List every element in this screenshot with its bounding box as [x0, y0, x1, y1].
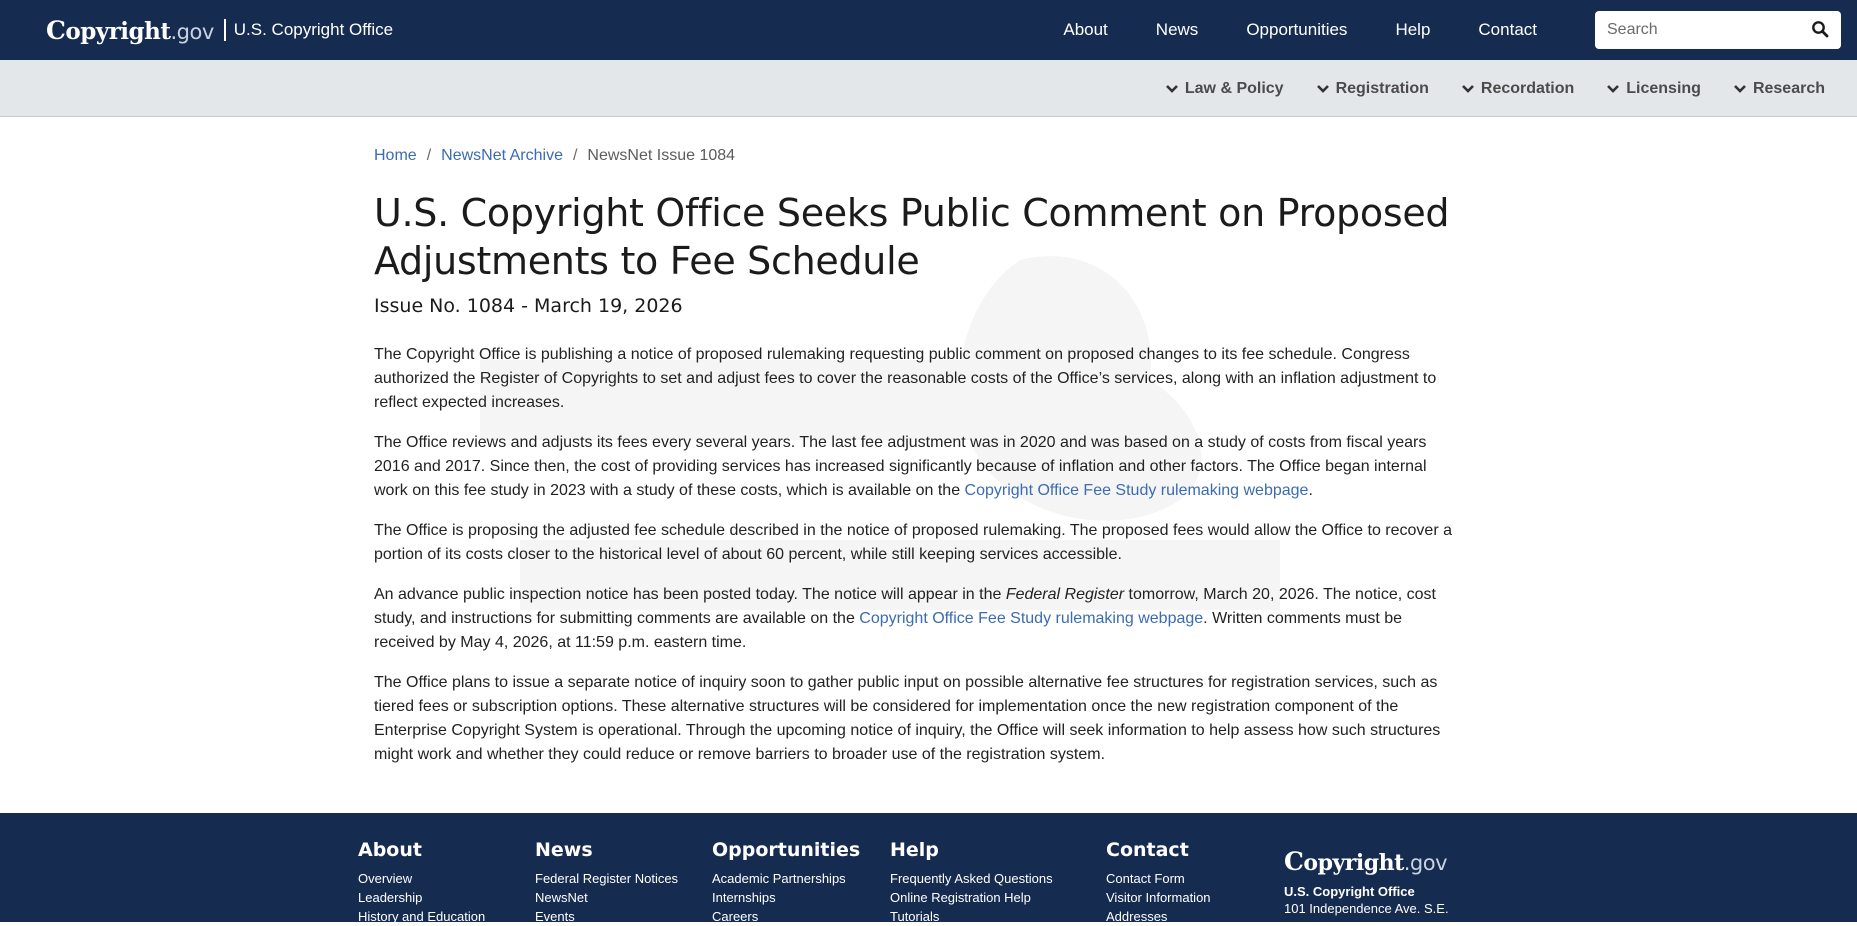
footer-link[interactable]: Internships: [712, 888, 860, 907]
primary-nav: About News Opportunities Help Contact: [1015, 0, 1537, 60]
footer-link[interactable]: Visitor Information: [1106, 888, 1211, 907]
footer-link[interactable]: Addresses: [1106, 907, 1211, 926]
chevron-down-icon: [1316, 84, 1329, 93]
footer-link[interactable]: Academic Partnerships: [712, 869, 860, 888]
nav-opportunities[interactable]: Opportunities: [1246, 20, 1347, 40]
site-footer: About Overview Leadership History and Ed…: [0, 813, 1857, 924]
footer-brand: Copyright .gov U.S. Copyright Office 101 …: [1284, 847, 1449, 918]
article-body: The Copyright Office is publishing a not…: [374, 343, 1460, 767]
search-icon[interactable]: [1811, 20, 1831, 40]
chevron-down-icon: [1734, 84, 1746, 93]
footer-link[interactable]: Leadership: [358, 888, 485, 907]
secondary-navigation-bar: Law & Policy Registration Recordation Li…: [0, 60, 1857, 117]
logo-gov: .gov: [1403, 851, 1448, 875]
subnav-label: Research: [1752, 79, 1825, 97]
footer-link[interactable]: NewsNet: [535, 888, 678, 907]
footer-heading[interactable]: Help: [890, 839, 1053, 861]
subnav-label: Licensing: [1626, 79, 1701, 97]
fee-study-link[interactable]: Copyright Office Fee Study rulemaking we…: [859, 610, 1203, 627]
footer-column-news: News Federal Register Notices NewsNet Ev…: [535, 839, 678, 926]
paragraph-4: An advance public inspection notice has …: [374, 583, 1460, 655]
brand-divider: [223, 19, 226, 41]
subnav-recordation[interactable]: Recordation: [1461, 80, 1574, 98]
subnav-law-policy[interactable]: Law & Policy: [1165, 80, 1284, 98]
logo-word: opyright: [1303, 850, 1404, 876]
footer-heading[interactable]: About: [358, 839, 485, 861]
top-navigation-bar: Copyright .gov U.S. Copyright Office Abou…: [0, 0, 1857, 60]
footer-column-help: Help Frequently Asked Questions Online R…: [890, 839, 1053, 926]
nav-about[interactable]: About: [1063, 20, 1107, 40]
nav-news[interactable]: News: [1156, 20, 1199, 40]
footer-column-about: About Overview Leadership History and Ed…: [358, 839, 485, 926]
main-content: Home / NewsNet Archive / NewsNet Issue 1…: [374, 117, 1460, 783]
issue-subtitle: Issue No. 1084 - March 19, 2026: [374, 295, 683, 317]
breadcrumb-newsnet-archive[interactable]: NewsNet Archive: [441, 147, 563, 165]
paragraph-3: The Office is proposing the adjusted fee…: [374, 522, 1452, 563]
logo-c-mark: C: [1284, 847, 1304, 876]
footer-heading[interactable]: Opportunities: [712, 839, 860, 861]
footer-link[interactable]: Events: [535, 907, 678, 926]
footer-column-opportunities: Opportunities Academic Partnerships Inte…: [712, 839, 860, 926]
federal-register-emphasis: Federal Register: [1005, 586, 1125, 603]
footer-link[interactable]: Federal Register Notices: [535, 869, 678, 888]
chevron-down-icon: [1607, 84, 1620, 93]
logo-gov: .gov: [170, 19, 214, 44]
footer-link[interactable]: Contact Form: [1106, 869, 1211, 888]
footer-link[interactable]: Careers: [712, 907, 860, 926]
subnav-label: Law & Policy: [1184, 79, 1284, 97]
logo-c-mark: C: [46, 15, 66, 45]
footer-link[interactable]: Frequently Asked Questions: [890, 869, 1053, 888]
footer-link[interactable]: Online Registration Help: [890, 888, 1053, 907]
copyright-gov-logo[interactable]: Copyright .gov: [1284, 847, 1449, 876]
copyright-gov-logo[interactable]: Copyright .gov: [46, 16, 214, 45]
paragraph-1: The Copyright Office is publishing a not…: [374, 346, 1437, 411]
paragraph-4-text: An advance public inspection notice has …: [374, 586, 1006, 603]
brand-office-name[interactable]: U.S. Copyright Office: [234, 20, 393, 40]
subnav-label: Recordation: [1480, 79, 1575, 97]
search-input[interactable]: [1595, 12, 1795, 48]
breadcrumb-separator: /: [572, 147, 578, 164]
logo-word: opyright: [65, 17, 171, 45]
search-box: [1595, 11, 1841, 49]
subnav-research[interactable]: Research: [1733, 80, 1825, 98]
footer-heading[interactable]: Contact: [1106, 839, 1211, 861]
paragraph-2: The Office reviews and adjusts its fees …: [374, 431, 1460, 503]
paragraph-2-end: .: [1308, 482, 1313, 499]
chevron-down-icon: [1165, 84, 1178, 93]
chevron-down-icon: [1462, 84, 1474, 93]
breadcrumb-current: NewsNet Issue 1084: [587, 147, 736, 164]
breadcrumb-home[interactable]: Home: [374, 147, 417, 165]
subnav-registration[interactable]: Registration: [1316, 80, 1429, 98]
page-title: U.S. Copyright Office Seeks Public Comme…: [374, 191, 1450, 283]
footer-link[interactable]: History and Education: [358, 907, 485, 926]
paragraph-5: The Office plans to issue a separate not…: [374, 674, 1441, 763]
secondary-nav: Law & Policy Registration Recordation Li…: [1133, 60, 1825, 117]
nav-contact[interactable]: Contact: [1478, 20, 1537, 40]
site-brand[interactable]: Copyright .gov U.S. Copyright Office: [46, 14, 393, 46]
subnav-label: Registration: [1335, 79, 1429, 97]
footer-address: 101 Independence Ave. S.E.: [1284, 901, 1449, 916]
footer-link[interactable]: Overview: [358, 869, 485, 888]
breadcrumb-separator: /: [426, 147, 432, 164]
subnav-licensing[interactable]: Licensing: [1606, 80, 1701, 98]
footer-heading[interactable]: News: [535, 839, 678, 861]
breadcrumb: Home / NewsNet Archive / NewsNet Issue 1…: [374, 147, 1460, 165]
nav-help[interactable]: Help: [1395, 20, 1430, 40]
fee-study-link[interactable]: Copyright Office Fee Study rulemaking we…: [965, 482, 1309, 499]
footer-column-contact: Contact Contact Form Visitor Information…: [1106, 839, 1211, 926]
footer-office-name: U.S. Copyright Office: [1284, 884, 1415, 899]
footer-link[interactable]: Tutorials: [890, 907, 1053, 926]
